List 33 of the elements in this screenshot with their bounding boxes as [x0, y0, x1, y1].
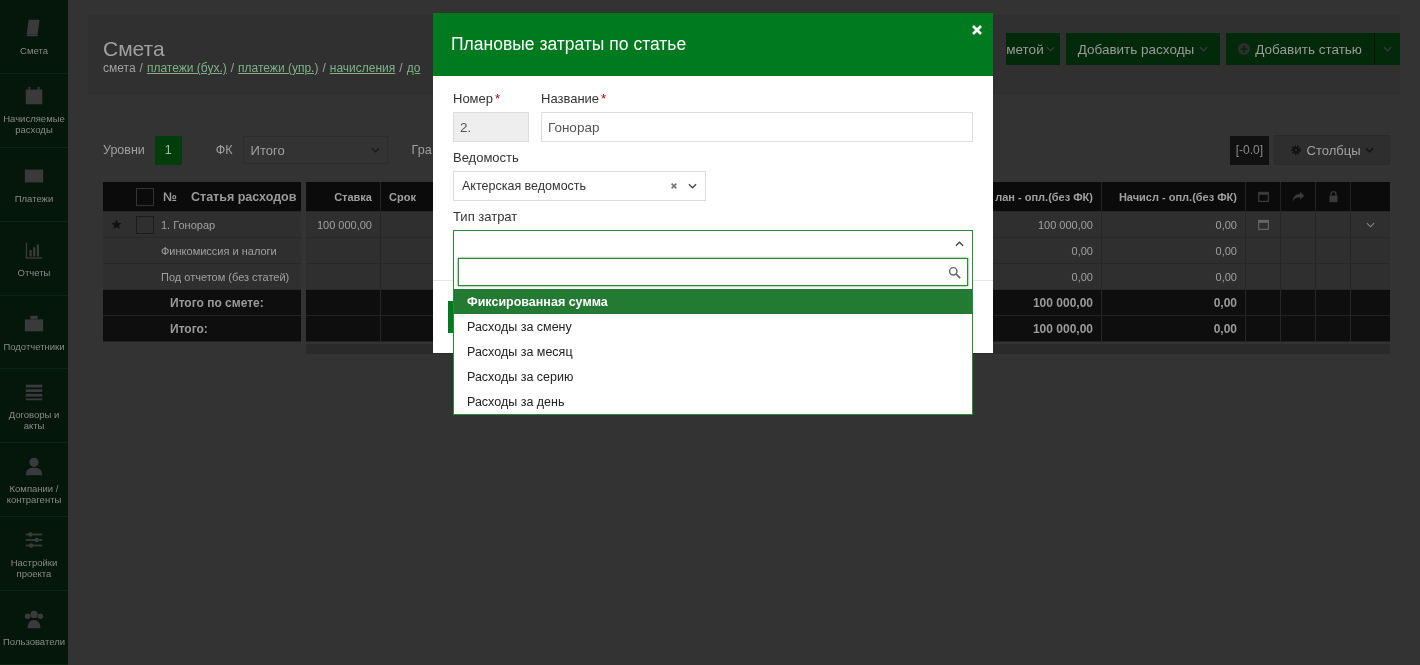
number-field: 2.	[453, 112, 529, 142]
breadcrumb-separator: /	[230, 61, 235, 75]
table-cell: 0,00	[1102, 212, 1246, 237]
table-cell: 0,00	[1102, 238, 1246, 263]
required-mark: *	[601, 91, 607, 108]
modal-title: Плановые затраты по статье	[451, 34, 687, 55]
page-title: Смета	[103, 37, 166, 61]
table-cell: 100 000,00	[306, 212, 381, 237]
breadcrumb-separator: /	[399, 61, 403, 75]
table-cell: 0,00	[1102, 290, 1246, 315]
table-cell-text: Финкомиссия и налоги	[160, 244, 277, 257]
value-badge: [-0.0]	[1229, 135, 1269, 165]
table-cell-text: 1. Гонорар	[160, 218, 216, 231]
field-label: Тип затрат	[453, 209, 518, 226]
table-cell: 0,00	[1102, 316, 1246, 341]
column-header: Начисл - опл.(без ФК)	[1102, 182, 1246, 211]
group-label: Гра	[411, 143, 432, 157]
levels-label: Уровни	[103, 143, 145, 157]
column-header: Статья расходов	[191, 189, 297, 204]
breadcrumb-separator: /	[139, 61, 143, 75]
field-label: Название	[541, 91, 600, 108]
breadcrumb-separator: /	[322, 61, 326, 75]
column-header: №	[162, 189, 178, 204]
table-cell-text: Под отчетом (без статей)	[160, 270, 290, 283]
column-header: Ставка	[306, 182, 381, 211]
required-mark: *	[495, 91, 501, 108]
total-label: Итого по смете:	[169, 295, 264, 310]
field-label: Номер	[453, 91, 493, 108]
total-label: Итого:	[169, 321, 208, 336]
field-label: Ведомость	[453, 150, 519, 167]
fk-label: ФК	[215, 143, 233, 157]
table-cell: 0,00	[1102, 264, 1246, 289]
breadcrumb-item: смета	[103, 61, 136, 75]
